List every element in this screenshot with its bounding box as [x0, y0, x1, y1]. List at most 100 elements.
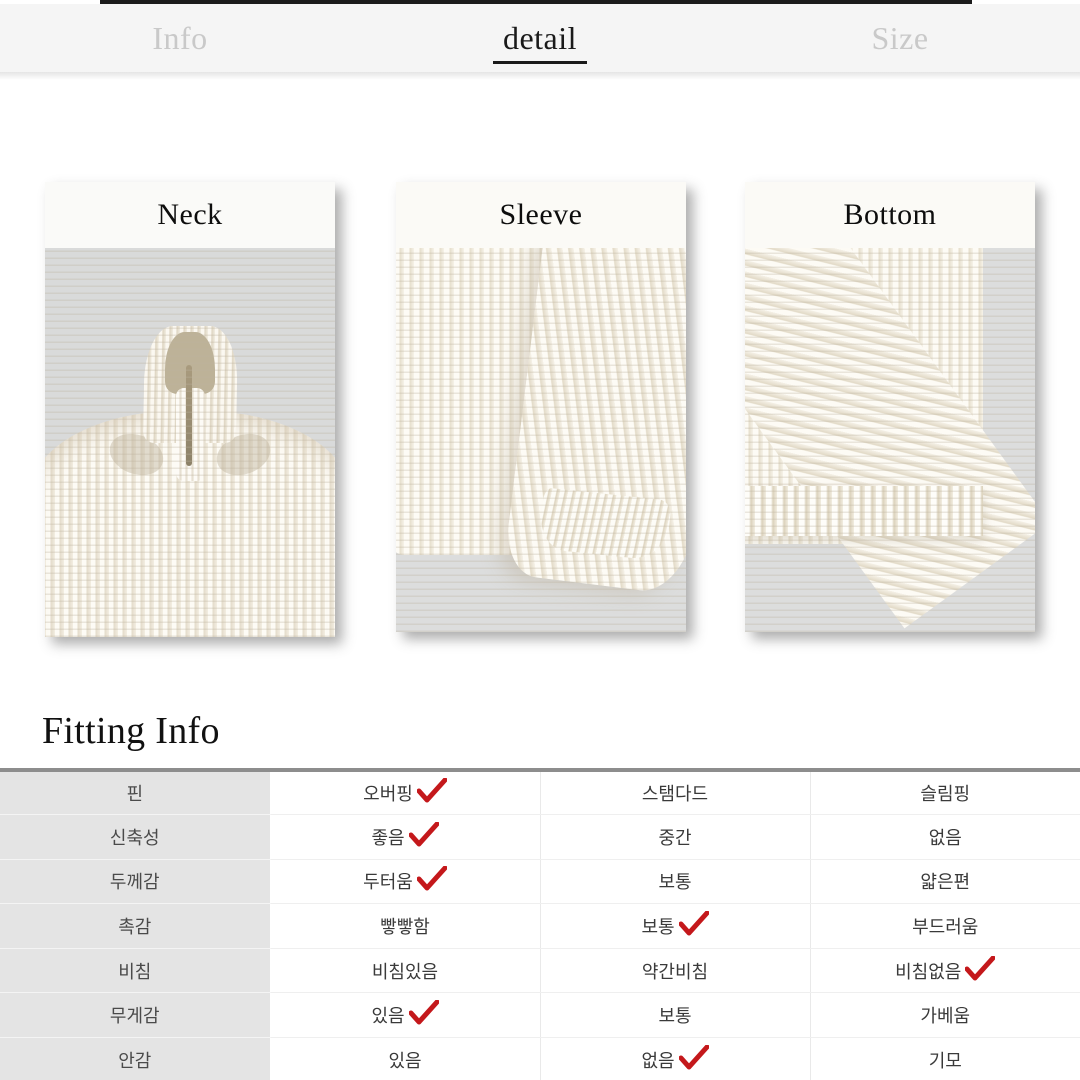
check-icon [408, 821, 439, 848]
fitting-row-label: 안감 [0, 1037, 271, 1080]
detail-card-neck[interactable]: Neck [45, 182, 335, 637]
check-icon [678, 911, 709, 937]
bottom-photo [745, 248, 1035, 632]
fitting-option-label: 약간비침 [641, 961, 709, 982]
detail-card-sleeve-header: Sleeve [396, 182, 686, 248]
fitting-option-inner: 있음 [371, 1000, 439, 1030]
fitting-option-cell[interactable]: 없음 [540, 1037, 811, 1080]
fitting-option-label: 보통 [658, 1006, 692, 1027]
fitting-option-label: 오버핑 [363, 784, 413, 805]
fitting-row-label: 무게감 [0, 992, 271, 1039]
fitting-info-table: 핀 오버핑 스탬다드 슬림핑 신축성 좋음 중간 없음 두께감 두터움 보통 얇은편 촉감 빻빻함 보통 부드… [0, 768, 1080, 1080]
fitting-option-cell[interactable]: 중간 [540, 814, 811, 860]
fitting-row: 비침 비침있음 약간비침 비침없음 [0, 948, 1080, 994]
detail-card-sleeve-title: Sleeve [499, 198, 583, 231]
fitting-option-label: 얇은편 [920, 872, 971, 893]
tab-detail-label: detail [502, 20, 578, 56]
fitting-option-label: 있음 [388, 1050, 422, 1071]
fitting-option-label: 좋음 [371, 827, 405, 848]
fitting-option-cell[interactable]: 얇은편 [810, 859, 1080, 905]
fitting-option-cell[interactable]: 기모 [810, 1037, 1080, 1080]
fitting-info-table-body: 핀 오버핑 스탬다드 슬림핑 신축성 좋음 중간 없음 두께감 두터움 보통 얇은편 촉감 빻빻함 보통 부드… [0, 770, 1080, 1080]
tab-detail[interactable]: detail [360, 4, 720, 72]
fitting-option-inner: 보통 [658, 1002, 691, 1028]
fitting-option-cell[interactable]: 오버핑 [270, 770, 541, 816]
detail-card-bottom-header: Bottom [745, 182, 1035, 248]
fitting-option-cell[interactable]: 스탬다드 [540, 770, 811, 816]
fitting-option-cell[interactable]: 있음 [270, 1037, 541, 1080]
tab-info[interactable]: Info [0, 4, 360, 72]
fitting-row-label: 두께감 [0, 859, 271, 905]
fitting-row: 촉감 빻빻함 보통 부드러움 [0, 903, 1080, 949]
fitting-option-inner: 있음 [388, 1047, 421, 1073]
detail-card-bottom-title: Bottom [843, 198, 937, 231]
knit-texture-overlay [45, 248, 335, 637]
fitting-option-cell[interactable]: 좋음 [270, 814, 541, 860]
fitting-row: 핀 오버핑 스탬다드 슬림핑 [0, 770, 1080, 816]
fitting-option-label: 기모 [928, 1050, 962, 1071]
neck-photo [45, 248, 335, 637]
fitting-option-inner: 얇은편 [920, 868, 970, 894]
fitting-option-cell[interactable]: 슬림핑 [810, 770, 1080, 816]
fitting-option-inner: 스탬다드 [642, 780, 708, 806]
fitting-option-label: 두터움 [363, 872, 413, 893]
fitting-option-cell[interactable]: 약간비침 [540, 948, 811, 994]
tab-size[interactable]: Size [720, 4, 1080, 72]
fitting-info-heading: Fitting Info [42, 710, 220, 752]
fitting-row: 무게감 있음 보통 가베움 [0, 992, 1080, 1039]
detail-photo-cards: Neck Sleeve Bottom [0, 182, 1080, 642]
fitting-option-label: 슬림핑 [920, 784, 971, 805]
fitting-option-inner: 오버핑 [363, 778, 447, 808]
fitting-option-cell[interactable]: 없음 [810, 814, 1080, 860]
detail-card-bottom[interactable]: Bottom [745, 182, 1035, 632]
fitting-option-inner: 빻빻함 [380, 913, 430, 939]
sleeve-photo [396, 248, 686, 632]
fitting-row-label: 핀 [0, 770, 271, 816]
fitting-option-cell[interactable]: 빻빻함 [270, 903, 541, 949]
detail-card-sleeve[interactable]: Sleeve [396, 182, 686, 632]
tab-detail-underline [493, 61, 587, 64]
fitting-row-label: 신축성 [0, 814, 271, 860]
fitting-option-label: 스탬다드 [641, 784, 709, 805]
fitting-option-cell[interactable]: 비침없음 [810, 948, 1080, 994]
fitting-option-inner: 약간비침 [642, 958, 708, 984]
product-detail-page: Info detail Size Neck Sleeve Bottom Fitt… [0, 0, 1080, 1080]
detail-card-neck-header: Neck [45, 182, 335, 248]
fitting-option-label: 보통 [658, 872, 692, 893]
fitting-option-label: 부드러움 [912, 917, 979, 938]
fitting-option-cell[interactable]: 보통 [540, 859, 811, 905]
fitting-option-label: 없음 [641, 1050, 675, 1071]
fitting-option-inner: 없음 [641, 1044, 709, 1075]
check-icon [678, 1044, 709, 1071]
fitting-option-cell[interactable]: 가베움 [810, 992, 1080, 1039]
fitting-option-inner: 부드러움 [912, 913, 978, 939]
fitting-row-label: 비침 [0, 948, 271, 994]
product-tab-bar: Info detail Size [0, 4, 1080, 72]
fitting-option-inner: 보통 [641, 911, 709, 941]
fitting-row: 안감 있음 없음 기모 [0, 1037, 1080, 1080]
fitting-option-label: 빻빻함 [380, 917, 430, 938]
fitting-option-inner: 기모 [929, 1047, 962, 1073]
knit-texture-overlay [745, 248, 1035, 632]
fitting-option-cell[interactable]: 부드러움 [810, 903, 1080, 949]
fitting-row: 신축성 좋음 중간 없음 [0, 814, 1080, 860]
check-icon [965, 955, 996, 982]
check-icon [416, 778, 447, 804]
fitting-option-cell[interactable]: 보통 [540, 903, 811, 949]
check-icon [408, 1000, 439, 1026]
fitting-option-label: 중간 [658, 827, 692, 848]
fitting-option-inner: 비침있음 [372, 958, 438, 984]
fitting-row: 두께감 두터움 보통 얇은편 [0, 859, 1080, 905]
fitting-option-cell[interactable]: 보통 [540, 992, 811, 1039]
knit-texture-overlay [396, 248, 686, 632]
fitting-option-inner: 두터움 [363, 866, 447, 896]
fitting-option-label: 가베움 [920, 1006, 971, 1027]
fitting-option-label: 비침있음 [371, 961, 439, 982]
tab-info-label: Info [152, 20, 208, 56]
fitting-option-label: 있음 [371, 1006, 405, 1027]
fitting-option-inner: 가베움 [920, 1002, 970, 1028]
fitting-option-cell[interactable]: 비침있음 [270, 948, 541, 994]
fitting-option-cell[interactable]: 있음 [270, 992, 541, 1039]
check-icon [416, 866, 447, 892]
fitting-option-cell[interactable]: 두터움 [270, 859, 541, 905]
